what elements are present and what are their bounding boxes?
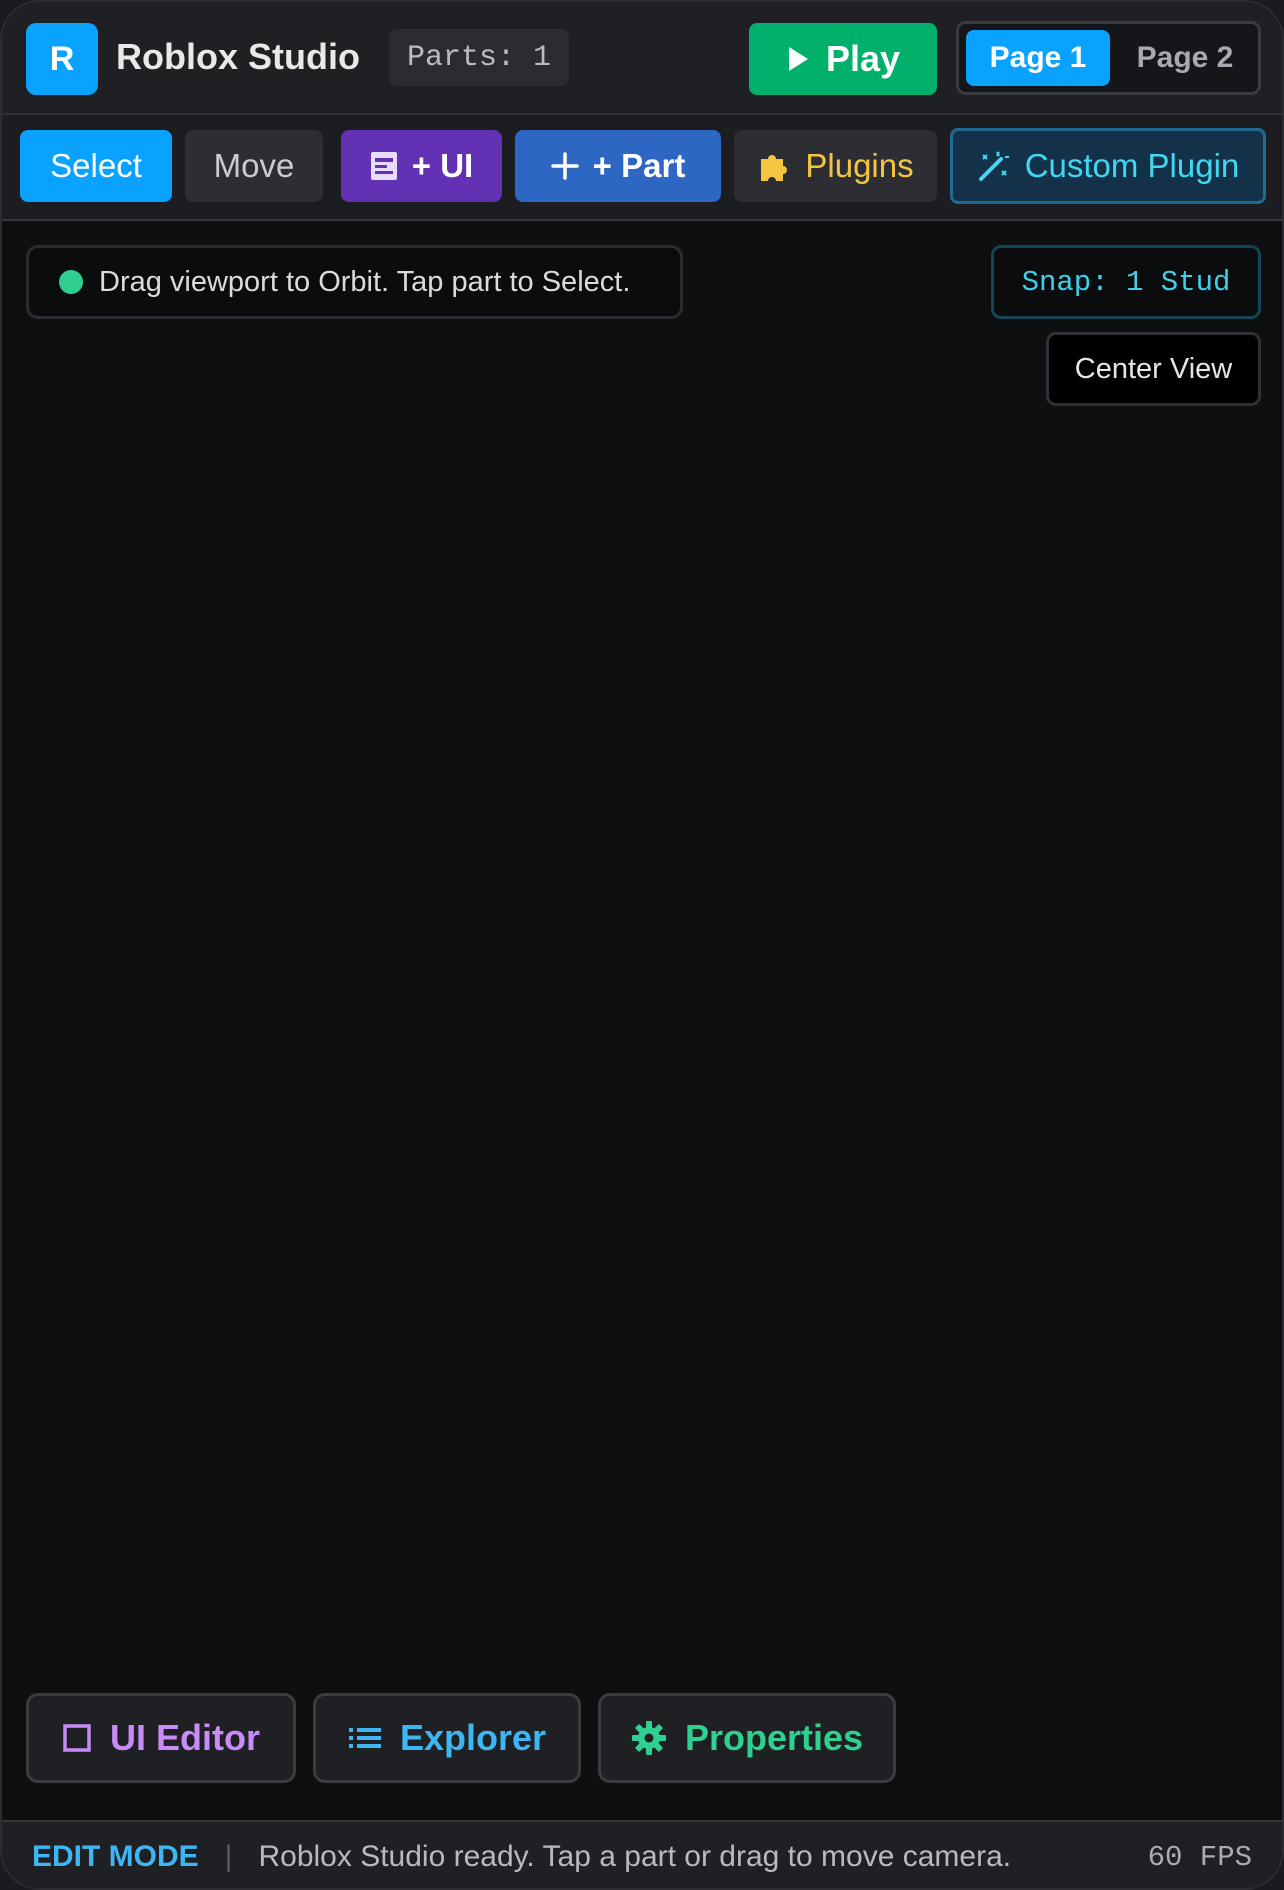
add-part-label: + Part [592, 147, 686, 184]
tab-page-1[interactable]: Page 1 [966, 30, 1110, 86]
header-bar: R Roblox Studio Parts: 1 Play Page 1 Pag… [2, 2, 1282, 115]
mode-indicator: EDIT MODE [32, 1840, 199, 1873]
parts-count-badge: Parts: 1 [389, 29, 570, 86]
center-view-button[interactable]: Center View [1046, 332, 1261, 406]
add-part-button[interactable]: + Part [515, 130, 721, 202]
properties-label: Properties [684, 1717, 864, 1758]
explorer-label: Explorer [399, 1717, 547, 1758]
magic-wand-icon [978, 151, 1009, 181]
move-tool-button[interactable]: Move [185, 130, 323, 202]
add-ui-label: + UI [411, 147, 474, 184]
list-icon [348, 1728, 381, 1748]
add-ui-button[interactable]: + UI [341, 130, 502, 202]
status-dot-icon [59, 270, 83, 294]
app-title: Roblox Studio [116, 36, 360, 77]
tab-page-2[interactable]: Page 2 [1114, 30, 1256, 86]
properties-button[interactable]: Properties [598, 1693, 896, 1783]
square-icon [63, 1724, 91, 1752]
plugins-button[interactable]: Plugins [734, 130, 937, 202]
plus-icon [550, 152, 579, 180]
viewport-hint: Drag viewport to Orbit. Tap part to Sele… [26, 245, 683, 319]
status-message: Roblox Studio ready. Tap a part or drag … [258, 1840, 1012, 1873]
puzzle-icon [761, 155, 788, 181]
play-icon [788, 47, 808, 71]
plugins-label: Plugins [805, 147, 914, 184]
hint-text: Drag viewport to Orbit. Tap part to Sele… [99, 265, 631, 298]
ui-editor-label: UI Editor [110, 1717, 260, 1758]
status-bar: EDIT MODE | Roblox Studio ready. Tap a p… [2, 1820, 1282, 1888]
status-separator: | [224, 1840, 233, 1873]
studio-window: R Roblox Studio Parts: 1 Play Page 1 Pag… [0, 0, 1284, 1890]
select-tool-button[interactable]: Select [20, 130, 172, 202]
select-label: Select [50, 147, 142, 184]
snap-toggle-button[interactable]: Snap: 1 Stud [991, 245, 1261, 319]
panel-icon [370, 152, 397, 180]
page-switcher: Page 1 Page 2 [956, 21, 1261, 95]
custom-plugin-button[interactable]: Custom Plugin [950, 128, 1266, 204]
custom-plugin-label: Custom Plugin [1024, 147, 1240, 184]
move-label: Move [213, 147, 295, 184]
play-button[interactable]: Play [749, 23, 937, 95]
gear-icon [631, 1721, 666, 1755]
3d-viewport[interactable]: Drag viewport to Orbit. Tap part to Sele… [2, 221, 1282, 1821]
toolbar: Select Move + UI + Part Plugins Custom P… [2, 115, 1282, 221]
explorer-button[interactable]: Explorer [313, 1693, 581, 1783]
ui-editor-button[interactable]: UI Editor [26, 1693, 296, 1783]
app-logo: R [26, 23, 98, 95]
fps-counter: 60 FPS [1147, 1840, 1252, 1874]
play-label: Play [825, 38, 901, 79]
